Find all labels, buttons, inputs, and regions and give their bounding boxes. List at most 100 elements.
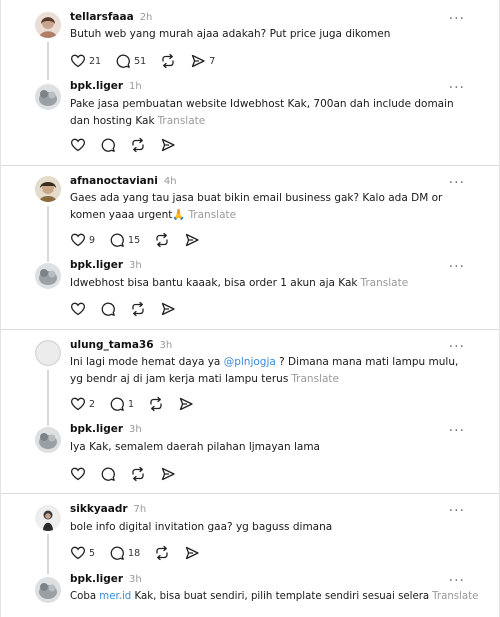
like-count: 21	[89, 55, 102, 67]
share-button[interactable]	[184, 232, 200, 248]
like-button[interactable]	[70, 137, 86, 153]
share-button[interactable]	[178, 396, 194, 412]
timestamp: 4h	[163, 176, 177, 187]
timestamp: 7h	[133, 504, 147, 515]
like-count: 2	[89, 398, 96, 410]
repost-icon	[156, 232, 168, 248]
repost-button[interactable]	[154, 545, 170, 561]
thread-line	[47, 206, 49, 262]
share-button[interactable]	[160, 137, 176, 153]
comment-button[interactable]	[100, 137, 116, 153]
share-icon	[161, 302, 175, 316]
translate-link[interactable]: Translate	[432, 591, 478, 602]
avatar[interactable]	[35, 84, 61, 110]
share-icon	[192, 54, 205, 68]
comment-icon	[101, 467, 115, 481]
translate-link[interactable]: Translate	[188, 209, 236, 221]
comment-button[interactable]: 1	[109, 396, 134, 412]
comment-button[interactable]: 51	[115, 53, 146, 69]
like-button[interactable]: 9	[70, 232, 95, 248]
share-button[interactable]	[160, 466, 176, 482]
repost-button[interactable]	[160, 53, 176, 69]
comment-icon	[116, 54, 131, 68]
post-text: Ini lagi mode hemat daya ya @plnjogja ? …	[70, 356, 459, 385]
comment-button[interactable]	[100, 466, 116, 482]
share-button[interactable]: 7	[190, 53, 215, 69]
comment-button[interactable]: 15	[109, 232, 140, 248]
comment-icon	[110, 397, 124, 411]
avatar[interactable]	[35, 340, 61, 366]
repost-button[interactable]	[154, 232, 170, 248]
username[interactable]: afnanoctaviani	[70, 175, 158, 187]
like-button[interactable]	[70, 466, 86, 482]
username[interactable]: bpk.liger	[70, 80, 123, 92]
like-button[interactable]: 2	[70, 396, 95, 412]
heart-icon	[70, 397, 86, 411]
share-icon	[179, 397, 193, 411]
share-icon	[185, 546, 199, 560]
reply-text: Iya Kak, semalem daerah pilahan ljmayan …	[70, 441, 320, 453]
comment-button[interactable]: 18	[109, 545, 140, 561]
comment-icon	[101, 138, 115, 152]
username[interactable]: bpk.liger	[70, 259, 123, 271]
heart-icon	[70, 467, 86, 481]
share-icon	[161, 138, 175, 152]
translate-link[interactable]: Translate	[360, 277, 408, 289]
repost-icon	[156, 545, 168, 561]
username[interactable]: tellarsfaaa	[70, 11, 134, 23]
post-actions: 9 15	[70, 232, 214, 248]
post-text: Butuh web yang murah ajaa adakah? Put pr…	[70, 28, 391, 40]
more-icon[interactable]: ···	[449, 176, 465, 190]
comment-icon	[110, 546, 124, 560]
repost-button[interactable]	[130, 137, 146, 153]
repost-button[interactable]	[130, 466, 146, 482]
avatar[interactable]	[35, 176, 61, 202]
comment-icon	[101, 302, 115, 316]
share-icon	[161, 467, 175, 481]
avatar[interactable]	[35, 577, 61, 603]
more-icon[interactable]: ···	[449, 504, 465, 518]
username[interactable]: bpk.liger	[70, 573, 123, 585]
repost-icon	[150, 396, 162, 412]
more-icon[interactable]: ···	[449, 12, 465, 26]
like-count: 5	[89, 547, 96, 559]
mention-link[interactable]: @plnjogja	[224, 356, 276, 368]
post-actions: 2 1	[70, 396, 208, 412]
more-icon[interactable]: ···	[449, 340, 465, 354]
divider	[1, 329, 499, 330]
reply-actions	[70, 137, 190, 153]
avatar[interactable]	[35, 263, 61, 289]
username[interactable]: sikkyaadr	[70, 503, 128, 515]
avatar[interactable]	[35, 427, 61, 453]
repost-button[interactable]	[130, 301, 146, 317]
share-button[interactable]	[160, 301, 176, 317]
username[interactable]: ulung_tama36	[70, 339, 154, 351]
repost-button[interactable]	[148, 396, 164, 412]
reply-text: Coba mer.id Kak, bisa buat sendiri, pili…	[70, 591, 479, 602]
translate-link[interactable]: Translate	[291, 373, 339, 385]
heart-icon	[70, 302, 86, 316]
comment-button[interactable]	[100, 301, 116, 317]
comment-count: 18	[128, 547, 141, 559]
username[interactable]: bpk.liger	[70, 423, 123, 435]
more-icon[interactable]: ···	[449, 81, 465, 95]
avatar[interactable]	[35, 505, 61, 531]
more-icon[interactable]: ···	[449, 260, 465, 274]
post-text: bole info digital invitation gaa? yg bag…	[70, 521, 333, 533]
like-button[interactable]	[70, 301, 86, 317]
more-icon[interactable]: ···	[449, 424, 465, 438]
translate-link[interactable]: Translate	[158, 115, 206, 127]
like-button[interactable]: 21	[70, 53, 101, 69]
divider	[1, 165, 499, 166]
reply-text: Pake jasa pembuatan website Idwebhost Ka…	[70, 98, 454, 127]
avatar[interactable]	[35, 12, 61, 38]
like-button[interactable]: 5	[70, 545, 95, 561]
timestamp: 2h	[139, 12, 153, 23]
post-actions: 5 18	[70, 545, 214, 561]
more-icon[interactable]: ···	[449, 574, 465, 588]
thread-line	[47, 534, 49, 574]
timestamp: 3h	[159, 340, 173, 351]
share-button[interactable]	[184, 545, 200, 561]
heart-icon	[70, 233, 86, 247]
link-mer-id[interactable]: mer.id	[99, 591, 131, 602]
